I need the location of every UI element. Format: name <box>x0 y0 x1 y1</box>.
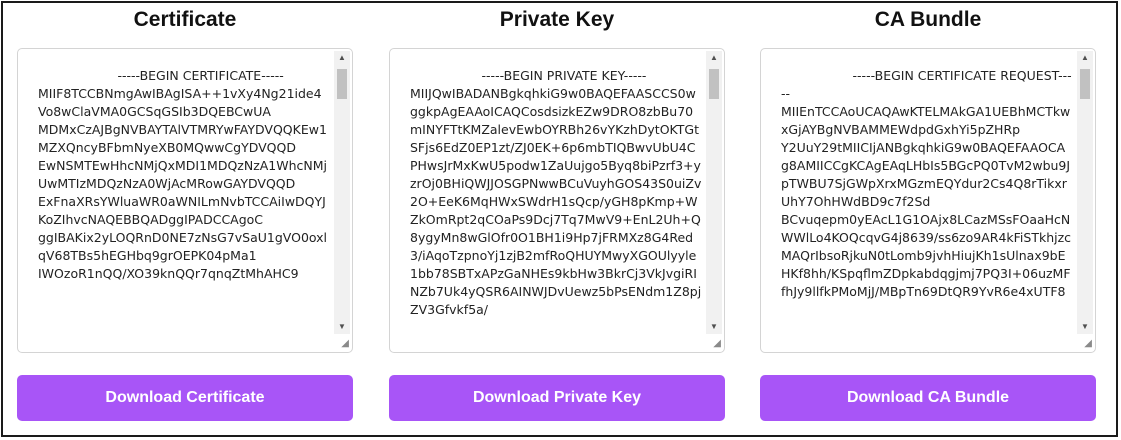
scroll-down-icon[interactable]: ▼ <box>1077 320 1093 334</box>
private-key-scrollbar[interactable]: ▲ ▼ <box>706 51 722 334</box>
ca-bundle-scrollbar[interactable]: ▲ ▼ <box>1077 51 1093 334</box>
scroll-thumb[interactable] <box>337 69 347 99</box>
scroll-up-icon[interactable]: ▲ <box>706 51 722 65</box>
private-key-textarea[interactable]: -----BEGIN PRIVATE KEY----- MIIJQwIBADAN… <box>389 48 725 353</box>
download-panel: Certificate -----BEGIN CERTIFICATE----- … <box>1 1 1118 437</box>
ca-bundle-content[interactable]: -----BEGIN CERTIFICATE REQUEST----- MIIE… <box>781 67 1073 301</box>
scroll-thumb[interactable] <box>1080 69 1090 99</box>
resize-grip-icon[interactable]: ◢ <box>339 339 349 349</box>
scroll-down-icon[interactable]: ▼ <box>334 320 350 334</box>
scroll-up-icon[interactable]: ▲ <box>334 51 350 65</box>
private-key-column: Private Key -----BEGIN PRIVATE KEY----- … <box>389 3 725 421</box>
certificate-scrollbar[interactable]: ▲ ▼ <box>334 51 350 334</box>
scroll-thumb[interactable] <box>709 69 719 99</box>
scroll-down-icon[interactable]: ▼ <box>706 320 722 334</box>
ca-bundle-column: CA Bundle -----BEGIN CERTIFICATE REQUEST… <box>760 3 1096 421</box>
download-certificate-button[interactable]: Download Certificate <box>17 375 353 421</box>
download-private-key-button[interactable]: Download Private Key <box>389 375 725 421</box>
certificate-column: Certificate -----BEGIN CERTIFICATE----- … <box>17 3 353 421</box>
ca-bundle-title: CA Bundle <box>874 8 982 31</box>
download-ca-bundle-button[interactable]: Download CA Bundle <box>760 375 1096 421</box>
resize-grip-icon[interactable]: ◢ <box>1082 339 1092 349</box>
ca-bundle-textarea[interactable]: -----BEGIN CERTIFICATE REQUEST----- MIIE… <box>760 48 1096 353</box>
certificate-textarea[interactable]: -----BEGIN CERTIFICATE----- MIIF8TCCBNmg… <box>17 48 353 353</box>
certificate-content[interactable]: -----BEGIN CERTIFICATE----- MIIF8TCCBNmg… <box>38 67 330 283</box>
resize-grip-icon[interactable]: ◢ <box>711 339 721 349</box>
private-key-content[interactable]: -----BEGIN PRIVATE KEY----- MIIJQwIBADAN… <box>410 67 702 319</box>
scroll-up-icon[interactable]: ▲ <box>1077 51 1093 65</box>
private-key-title: Private Key <box>499 8 615 31</box>
certificate-title: Certificate <box>133 8 237 31</box>
